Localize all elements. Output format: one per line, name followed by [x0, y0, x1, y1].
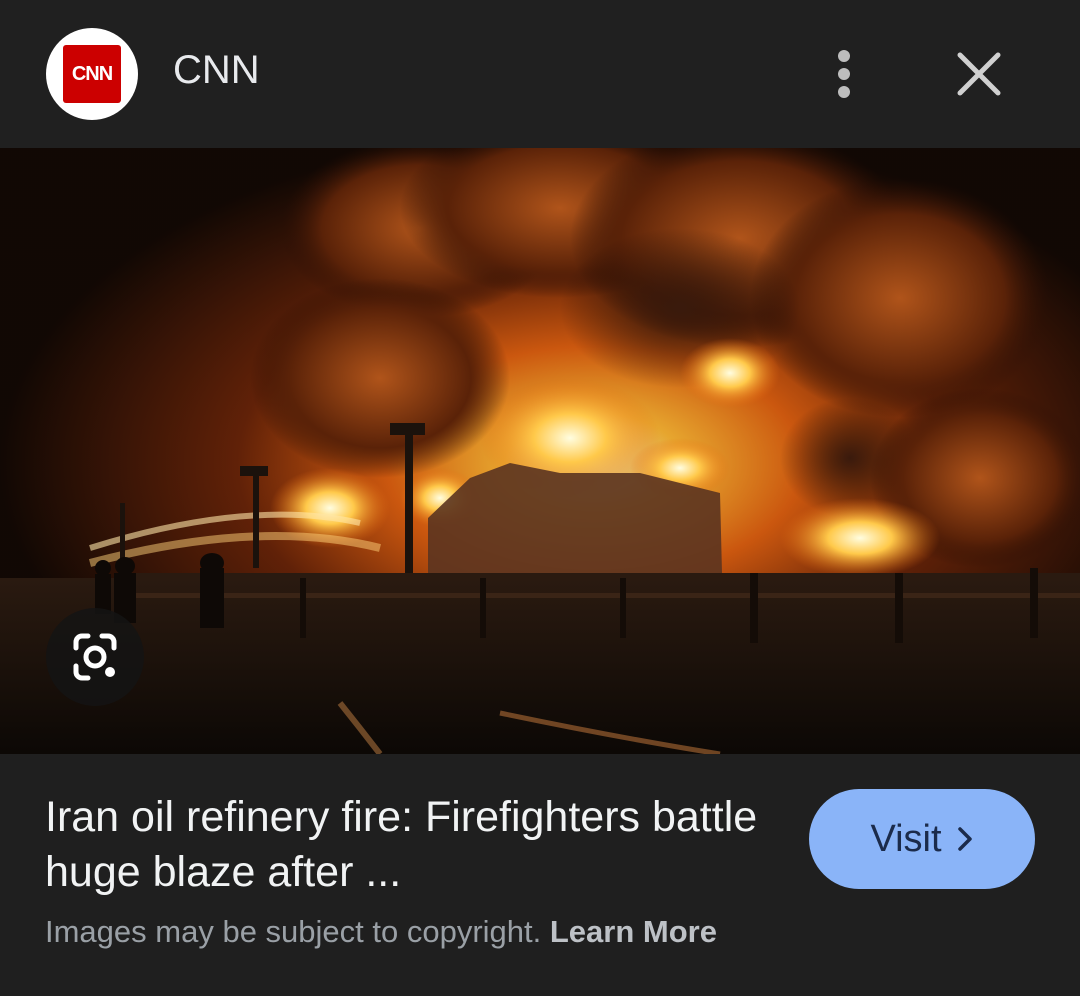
close-button[interactable] [950, 45, 1008, 103]
more-vert-icon [838, 50, 850, 98]
source-logo[interactable]: CNN [46, 28, 138, 120]
chevron-right-icon [957, 827, 972, 851]
logo-text: CNN [71, 62, 113, 85]
source-name[interactable]: CNN [173, 48, 260, 93]
article-image[interactable] [0, 148, 1080, 754]
more-options-button[interactable] [820, 44, 868, 104]
visit-label: Visit [870, 817, 942, 860]
learn-more-link[interactable]: Learn More [550, 914, 717, 949]
copyright-text: Images may be subject to copyright. [45, 914, 542, 949]
viewer-header: CNN CNN [0, 0, 1080, 148]
close-icon [957, 52, 1001, 96]
visit-button[interactable]: Visit [809, 789, 1035, 889]
copyright-notice: Images may be subject to copyright. Lear… [45, 914, 717, 950]
article-title[interactable]: Iran oil refinery fire: Firefighters bat… [45, 790, 765, 900]
refinery-fire-photo [0, 148, 1080, 754]
cnn-logo-icon: CNN [63, 45, 121, 103]
google-lens-button[interactable] [46, 608, 144, 706]
google-lens-icon [73, 633, 117, 681]
